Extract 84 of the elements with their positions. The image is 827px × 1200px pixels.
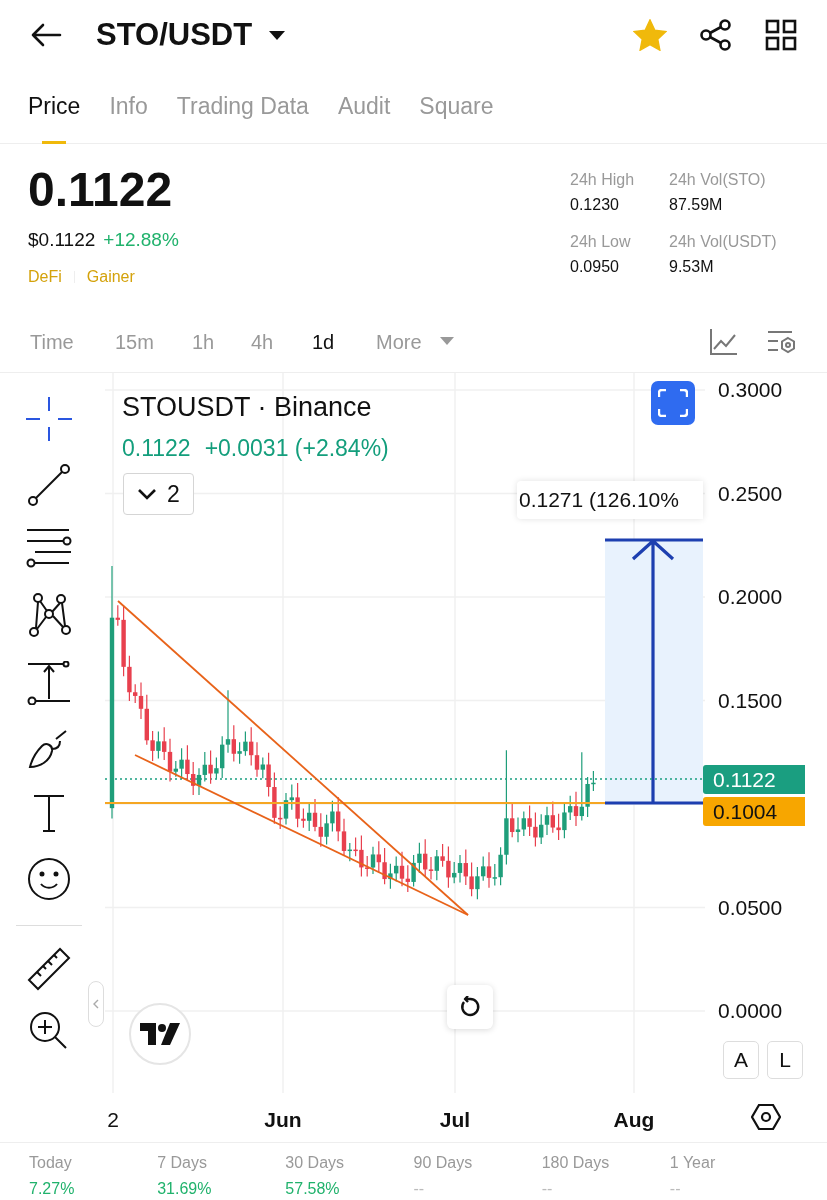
- line-chart-icon[interactable]: [709, 328, 737, 355]
- period-change: 31.69%: [157, 1179, 213, 1199]
- interval-tab[interactable]: 15m: [115, 326, 192, 357]
- stat-label: 24h Vol(USDT): [669, 232, 778, 252]
- rotate-icon: [459, 996, 481, 1018]
- share-icon[interactable]: [699, 19, 733, 51]
- date-axis-label: Jul: [439, 1107, 471, 1133]
- fullscreen-button[interactable]: [651, 381, 695, 425]
- price-badge: 0.1004: [703, 797, 805, 826]
- price-axis-label: 0.1500: [718, 688, 783, 713]
- stat-label: 24h Low: [570, 232, 632, 252]
- back-arrow-icon[interactable]: [30, 23, 62, 47]
- interval-tab[interactable]: Time: [30, 326, 115, 357]
- trend-line[interactable]: [117, 600, 469, 916]
- tag[interactable]: DeFi: [28, 264, 62, 289]
- tab[interactable]: Audit: [337, 70, 391, 143]
- price-axis-label: 0.3000: [718, 378, 783, 402]
- date-axis-label: Aug: [613, 1107, 655, 1133]
- crosshair-icon[interactable]: [25, 397, 72, 441]
- measure-icon[interactable]: [25, 661, 72, 705]
- chevron-down-icon: [137, 488, 158, 500]
- chart-last-price: 0.1122: [122, 434, 191, 463]
- interval-tab[interactable]: More: [376, 326, 476, 357]
- usd-price: $0.1122: [28, 228, 96, 252]
- price-axis-label: 0.2500: [718, 481, 783, 506]
- period-label: 30 Days: [285, 1153, 346, 1173]
- tab[interactable]: Price: [28, 70, 81, 143]
- stat-value: 0.0950: [570, 257, 620, 277]
- period-label: 1 Year: [669, 1153, 717, 1173]
- last-price: 0.1122: [28, 162, 174, 218]
- trend-line-icon[interactable]: [26, 463, 71, 507]
- price-axis-label: 0.0000: [718, 999, 783, 1023]
- interval-tab[interactable]: 4h: [251, 326, 312, 357]
- interval-tab[interactable]: 1h: [192, 326, 251, 357]
- scale-button[interactable]: L: [767, 1041, 803, 1079]
- chart-title: STOUSDT · Binance: [122, 391, 372, 424]
- period-label: 90 Days: [413, 1153, 474, 1173]
- zoom-in-icon[interactable]: [28, 1011, 69, 1051]
- period-label: Today: [29, 1153, 73, 1173]
- measure-label: 0.1271 (126.10%: [517, 481, 703, 519]
- logo-icon: [140, 1023, 180, 1045]
- tab[interactable]: Info: [109, 70, 148, 143]
- chevron-left-icon: [93, 999, 99, 1009]
- period-change: --: [413, 1179, 426, 1199]
- stat-value: 0.1230: [570, 195, 620, 215]
- trend-line[interactable]: [134, 754, 469, 916]
- stat-label: 24h High: [570, 170, 636, 190]
- price-axis-label: 0.0500: [718, 895, 783, 920]
- tab[interactable]: Square: [419, 70, 494, 143]
- period-change: 7.27%: [29, 1179, 76, 1199]
- period-change: --: [669, 1179, 682, 1199]
- parallel-lines-icon[interactable]: [24, 527, 73, 569]
- star-icon[interactable]: [633, 19, 667, 51]
- grid-icon[interactable]: [765, 19, 797, 51]
- caret-down-icon[interactable]: [268, 29, 287, 41]
- scan-icon: [658, 389, 688, 417]
- collapse-handle[interactable]: [88, 981, 104, 1027]
- caret-down-icon: [439, 337, 454, 346]
- date-axis-label: Jun: [264, 1107, 302, 1133]
- price-change: +12.88%: [103, 228, 179, 252]
- tab[interactable]: Trading Data: [176, 70, 309, 143]
- smiley-icon[interactable]: [26, 857, 71, 901]
- chart-settings-icon[interactable]: [767, 328, 797, 355]
- price-badge: 0.1122: [703, 765, 805, 794]
- period-label: 180 Days: [541, 1153, 611, 1173]
- reset-button[interactable]: [447, 985, 493, 1029]
- indicator-toggle[interactable]: 2: [123, 473, 194, 515]
- period-change: 57.58%: [285, 1179, 341, 1199]
- period-label: 7 Days: [157, 1153, 208, 1173]
- stat-value: 87.59M: [669, 195, 724, 215]
- chart-price-change: +0.0031 (+2.84%): [204, 434, 389, 463]
- tag[interactable]: Gainer: [86, 264, 135, 289]
- ruler-icon[interactable]: [25, 946, 72, 992]
- measure-drawing[interactable]: [603, 538, 705, 805]
- stat-value: 9.53M: [669, 257, 715, 277]
- text-tool-icon[interactable]: [32, 793, 65, 833]
- settings-icon[interactable]: [751, 1104, 781, 1130]
- interval-tab[interactable]: 1d: [312, 326, 376, 357]
- scale-button[interactable]: A: [723, 1041, 759, 1079]
- period-change: --: [541, 1179, 554, 1199]
- date-axis-label: 2: [107, 1107, 119, 1133]
- stat-label: 24h Vol(STO): [669, 170, 767, 190]
- price-axis-label: 0.2000: [718, 585, 783, 609]
- pair-title: STO/USDT: [96, 15, 253, 54]
